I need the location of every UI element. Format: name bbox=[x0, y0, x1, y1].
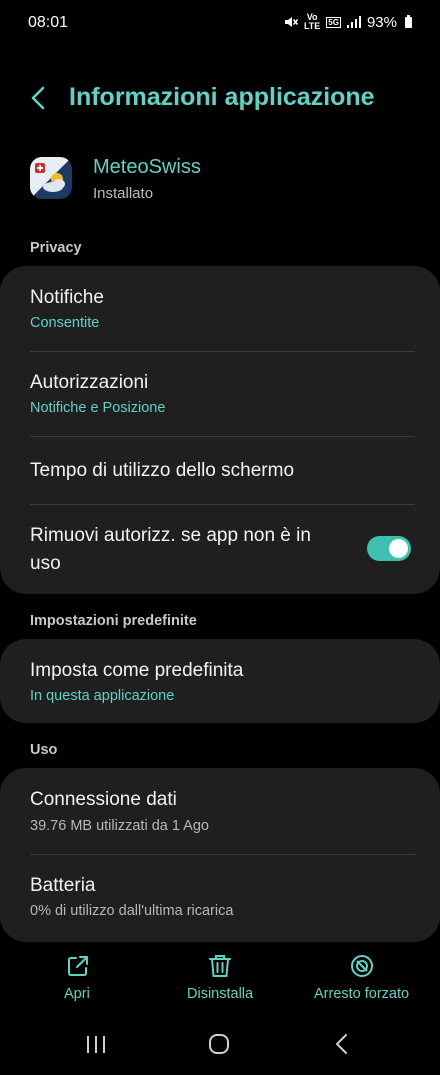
app-header: Informazioni applicazione bbox=[0, 76, 440, 120]
notifications-subtitle: Consentite bbox=[30, 315, 100, 331]
open-button[interactable]: Apri bbox=[40, 945, 115, 1010]
set-default-subtitle: In questa applicazione bbox=[30, 688, 175, 704]
remove-permissions-toggle[interactable] bbox=[367, 536, 411, 561]
permissions-title: Autorizzazioni bbox=[30, 372, 149, 393]
data-usage-item[interactable]: Connessione dati 39.76 MB utilizzati da … bbox=[0, 768, 440, 854]
status-icons: Vo LTE 5G 93% bbox=[284, 13, 412, 31]
recent-apps-icon[interactable] bbox=[76, 1029, 116, 1059]
permissions-item[interactable]: Autorizzazioni Notifiche e Posizione bbox=[0, 352, 440, 437]
toggle-knob bbox=[389, 539, 408, 558]
notifications-title: Notifiche bbox=[30, 287, 104, 308]
force-stop-icon bbox=[351, 955, 373, 977]
app-name: MeteoSwiss bbox=[93, 156, 201, 178]
open-external-icon bbox=[68, 956, 88, 976]
back-button[interactable] bbox=[26, 84, 52, 112]
open-label: Apri bbox=[64, 986, 90, 1002]
section-header-privacy: Privacy bbox=[30, 240, 82, 256]
data-usage-title: Connessione dati bbox=[30, 789, 177, 810]
set-default-title: Imposta come predefinita bbox=[30, 660, 244, 681]
force-stop-button[interactable]: Arresto forzato bbox=[305, 945, 420, 1010]
meteoswiss-app-icon bbox=[30, 157, 72, 199]
remove-permissions-title-line2: uso bbox=[30, 553, 61, 574]
network-5g-icon: 5G bbox=[326, 16, 341, 28]
remove-permissions-item[interactable]: Rimuovi autorizz. se app non è in uso bbox=[0, 505, 440, 594]
battery-item[interactable]: Batteria 0% di utilizzo dall'ultima rica… bbox=[0, 855, 440, 942]
volte-icon: Vo LTE bbox=[303, 12, 321, 31]
battery-level: 93% bbox=[366, 13, 397, 31]
privacy-card: Notifiche Consentite Autorizzazioni Noti… bbox=[0, 266, 440, 594]
permissions-subtitle: Notifiche e Posizione bbox=[30, 400, 166, 416]
uninstall-label: Disinstalla bbox=[187, 986, 254, 1002]
signal-icon bbox=[346, 16, 361, 28]
notifications-item[interactable]: Notifiche Consentite bbox=[0, 266, 440, 352]
status-bar: 08:01 Vo LTE 5G 93% bbox=[0, 0, 440, 46]
mute-icon bbox=[284, 17, 298, 27]
battery-icon bbox=[405, 14, 412, 28]
defaults-card: Imposta come predefinita In questa appli… bbox=[0, 639, 440, 723]
remove-permissions-title-line1: Rimuovi autorizz. se app non è in bbox=[30, 525, 311, 546]
screen-time-item[interactable]: Tempo di utilizzo dello schermo bbox=[0, 437, 440, 505]
section-header-defaults: Impostazioni predefinite bbox=[30, 613, 197, 629]
home-icon[interactable] bbox=[199, 1029, 239, 1059]
app-info: MeteoSwiss Installato bbox=[30, 155, 410, 205]
back-nav-icon[interactable] bbox=[322, 1029, 362, 1059]
data-usage-subtitle: 39.76 MB utilizzati da 1 Ago bbox=[30, 818, 209, 834]
screen-time-title: Tempo di utilizzo dello schermo bbox=[30, 460, 295, 481]
usage-card: Connessione dati 39.76 MB utilizzati da … bbox=[0, 768, 440, 942]
status-time: 08:01 bbox=[28, 14, 69, 31]
uninstall-button[interactable]: Disinstalla bbox=[180, 945, 260, 1010]
page-title: Informazioni applicazione bbox=[69, 83, 375, 111]
battery-subtitle: 0% di utilizzo dall'ultima ricarica bbox=[30, 903, 234, 919]
force-stop-label: Arresto forzato bbox=[314, 986, 410, 1002]
battery-title: Batteria bbox=[30, 875, 96, 896]
set-default-item[interactable]: Imposta come predefinita In questa appli… bbox=[0, 639, 440, 723]
system-nav-bar bbox=[0, 1015, 440, 1075]
section-header-usage: Uso bbox=[30, 742, 58, 758]
bottom-action-bar: Apri Disinstalla Arresto forzato bbox=[0, 945, 440, 1010]
app-install-status: Installato bbox=[93, 185, 154, 202]
trash-icon bbox=[209, 955, 231, 977]
